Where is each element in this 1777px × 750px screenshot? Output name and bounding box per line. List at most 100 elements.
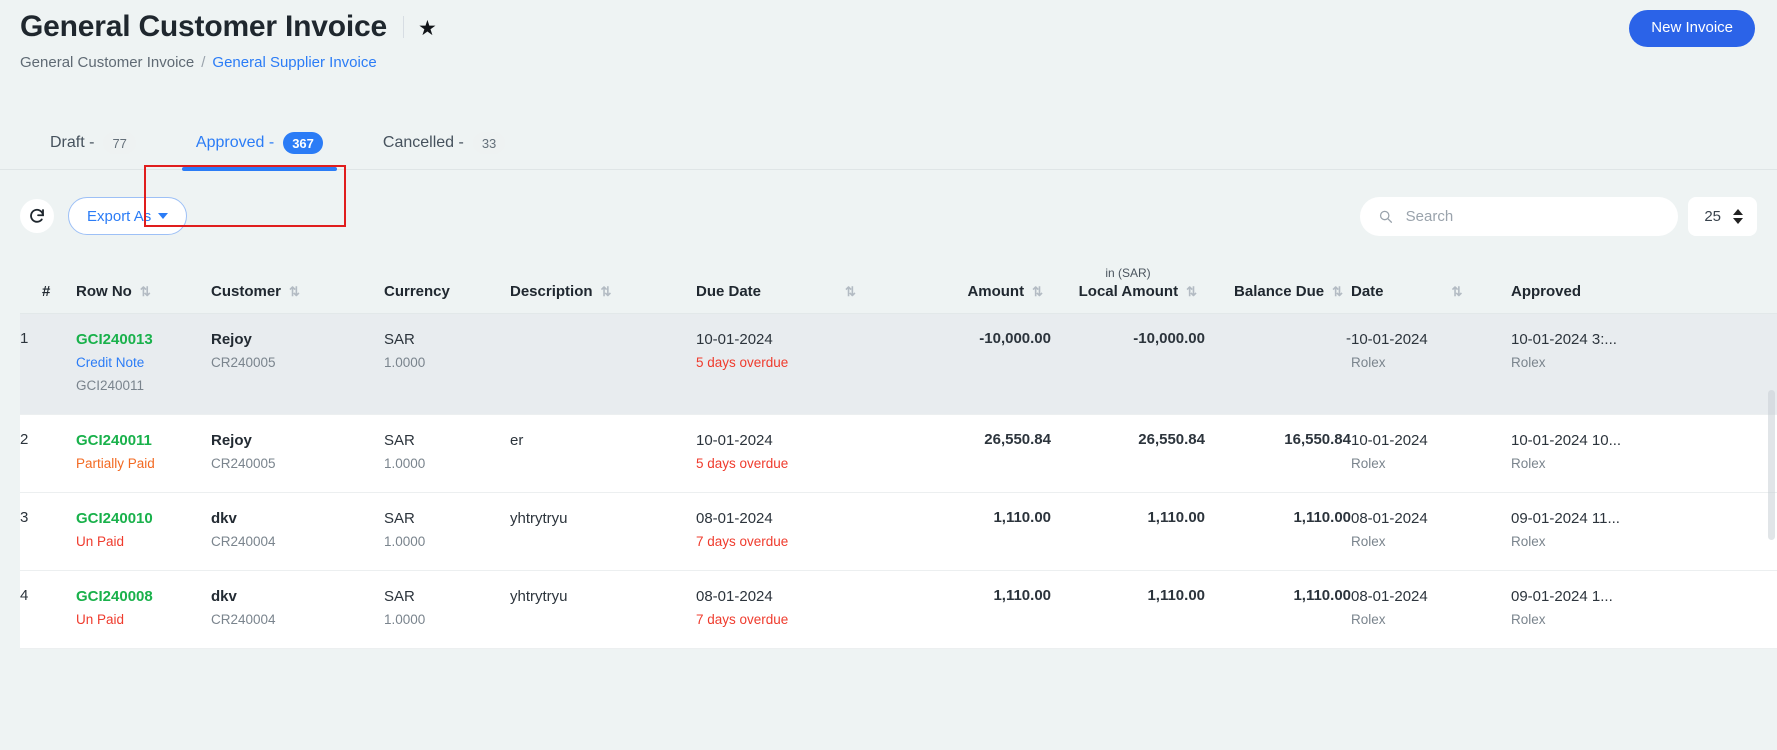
refresh-button[interactable] (20, 199, 54, 233)
invoice-list-page: General Customer Invoice ★ New Invoice G… (0, 0, 1777, 750)
approved-user: Rolex (1511, 534, 1546, 549)
customer-code: CR240004 (211, 534, 276, 549)
cell-currency: SAR 1.0000 (384, 570, 510, 649)
description-text: yhtrytryu (510, 588, 568, 605)
description-text: er (510, 432, 524, 449)
chevron-up-icon[interactable] (1733, 208, 1743, 215)
tab-cancelled[interactable]: Cancelled - 33 (353, 108, 535, 170)
approved-value: 09-01-2024 1... (1511, 588, 1613, 605)
stepper-icon[interactable] (1733, 208, 1743, 224)
date-user: Rolex (1351, 534, 1386, 549)
overdue-text: 7 days overdue (696, 534, 789, 549)
th-description: Description ⇅ (510, 256, 696, 314)
customer-name: Rejoy (211, 331, 252, 348)
currency-code: SAR (384, 432, 415, 449)
currency-rate: 1.0000 (384, 534, 426, 549)
approved-value: 10-01-2024 3:... (1511, 331, 1617, 348)
approved-user: Rolex (1511, 355, 1546, 370)
cell-row-no: GCI240010 Un Paid (76, 492, 211, 571)
currency-note: in (SAR) (1105, 266, 1151, 280)
list-toolbar: Export As 25 (0, 170, 1777, 240)
row-no-link[interactable]: GCI240011 (76, 431, 211, 451)
cell-row-no: GCI240013 Credit Note GCI240011 (76, 313, 211, 415)
date-user: Rolex (1351, 456, 1386, 471)
cell-date: 10-01-2024 Rolex (1351, 414, 1511, 493)
sort-icon[interactable]: ⇅ (289, 285, 300, 298)
sort-icon[interactable]: ⇅ (140, 285, 151, 298)
tab-cancelled-label: Cancelled - (382, 134, 464, 151)
cell-due-date: 10-01-2024 5 days overdue (696, 313, 920, 415)
tab-approved[interactable]: Approved - 367 (166, 108, 353, 171)
cell-balance-due: 1,110.00 (1205, 570, 1351, 649)
search-input[interactable] (1405, 207, 1661, 225)
export-as-label: Export As (87, 207, 152, 225)
page-size-value: 25 (1704, 207, 1721, 225)
sort-icon[interactable]: ⇅ (601, 285, 612, 298)
th-local-amount-label: Local Amount (1078, 283, 1179, 300)
overdue-text: 7 days overdue (696, 612, 789, 627)
overdue-text: 5 days overdue (696, 355, 789, 370)
export-as-button[interactable]: Export As (68, 197, 188, 235)
invoice-table-wrap: # Row No ⇅ Customer ⇅ Currency Descripti… (0, 256, 1777, 649)
title-divider (403, 16, 404, 38)
table-row[interactable]: 4 GCI240008 Un Paid dkv CR240004 SAR 1.0… (20, 570, 1777, 649)
cell-index: 1 (20, 313, 76, 415)
vertical-scrollbar[interactable] (1768, 390, 1775, 540)
approved-value: 10-01-2024 10... (1511, 432, 1622, 449)
currency-rate: 1.0000 (384, 456, 426, 471)
th-index-label: # (42, 283, 51, 300)
tab-approved-underline (181, 167, 337, 171)
tab-draft[interactable]: Draft - 77 (20, 108, 166, 170)
row-no-link[interactable]: GCI240010 (76, 509, 211, 529)
th-local-amount: in (SAR) Local Amount ⇅ (1051, 256, 1205, 314)
cell-date: 10-01-2024 Rolex (1351, 313, 1511, 415)
row-no-link[interactable]: GCI240013 (76, 330, 211, 350)
customer-name: dkv (211, 510, 237, 527)
page-size-stepper[interactable]: 25 (1688, 196, 1757, 236)
sort-icon[interactable]: ⇅ (1452, 285, 1463, 298)
status-badge[interactable]: Credit Note (76, 353, 211, 373)
table-row[interactable]: 2 GCI240011 Partially Paid Rejoy CR24000… (20, 414, 1777, 493)
status-badge: Un Paid (76, 534, 125, 549)
cell-customer: dkv CR240004 (211, 492, 384, 571)
sort-icon[interactable]: ⇅ (1032, 285, 1043, 298)
tab-approved-label: Approved - (195, 134, 275, 151)
page-title: General Customer Invoice (20, 10, 387, 43)
table-row[interactable]: 1 GCI240013 Credit Note GCI240011 Rejoy … (20, 313, 1777, 415)
th-date-label: Date (1351, 283, 1384, 300)
sort-icon[interactable]: ⇅ (1332, 285, 1343, 298)
th-amount-label: Amount (967, 283, 1025, 300)
cell-amount: 1,110.00 (920, 492, 1051, 571)
overdue-text: 5 days overdue (696, 456, 789, 471)
cell-balance-due: - (1205, 313, 1351, 415)
new-invoice-button[interactable]: New Invoice (1629, 10, 1755, 47)
toolbar-right: 25 (1360, 196, 1757, 236)
invoice-table: # Row No ⇅ Customer ⇅ Currency Descripti… (20, 256, 1777, 649)
cell-index: 2 (20, 414, 76, 493)
chevron-down-icon[interactable] (1733, 217, 1743, 224)
breadcrumb-link-general-supplier-invoice[interactable]: General Supplier Invoice (212, 54, 376, 71)
cell-currency: SAR 1.0000 (384, 313, 510, 415)
cell-currency: SAR 1.0000 (384, 414, 510, 493)
toolbar-left: Export As (20, 197, 188, 235)
cell-customer: Rejoy CR240005 (211, 313, 384, 415)
cell-balance-due: 16,550.84 (1205, 414, 1351, 493)
search-box[interactable] (1360, 196, 1679, 236)
row-no-link[interactable]: GCI240008 (76, 587, 211, 607)
cell-row-no: GCI240008 Un Paid (76, 570, 211, 649)
status-badge: Partially Paid (76, 456, 155, 471)
customer-code: CR240004 (211, 612, 276, 627)
tab-cancelled-count: 33 (472, 132, 506, 154)
currency-rate: 1.0000 (384, 612, 426, 627)
invoice-table-head: # Row No ⇅ Customer ⇅ Currency Descripti… (20, 256, 1777, 314)
cell-currency: SAR 1.0000 (384, 492, 510, 571)
th-date: Date ⇅ (1351, 256, 1511, 314)
sort-icon[interactable]: ⇅ (1186, 285, 1197, 298)
cell-approved: 09-01-2024 1... Rolex (1511, 570, 1777, 649)
sort-icon[interactable]: ⇅ (845, 285, 856, 298)
cell-description: er (510, 414, 696, 493)
star-icon[interactable]: ★ (418, 18, 437, 39)
cell-description: yhtrytryu (510, 492, 696, 571)
customer-code: CR240005 (211, 355, 276, 370)
table-row[interactable]: 3 GCI240010 Un Paid dkv CR240004 SAR 1.0… (20, 492, 1777, 571)
